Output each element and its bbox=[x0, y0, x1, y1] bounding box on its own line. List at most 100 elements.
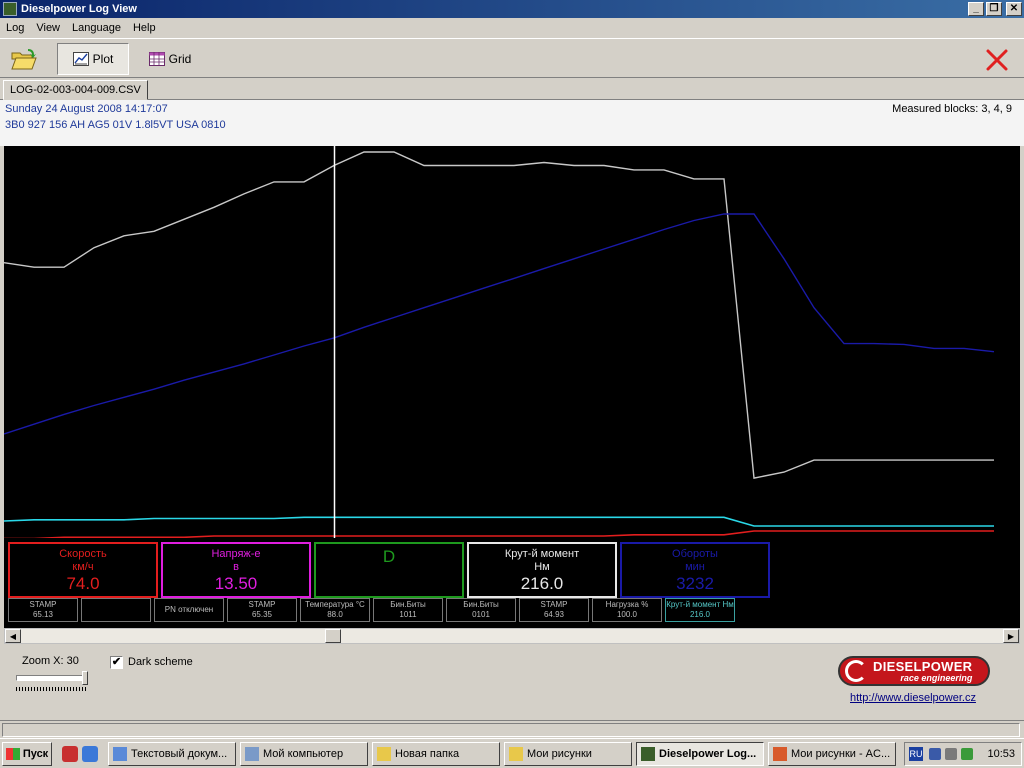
mini-label: Бин.Биты bbox=[390, 600, 426, 609]
task-label: Текстовый докум... bbox=[131, 748, 228, 760]
logo-name: DIESELPOWER bbox=[873, 658, 973, 674]
mini-value: 65.35 bbox=[251, 610, 273, 619]
plot-label: Plot bbox=[92, 52, 114, 66]
gauge-speed[interactable]: Скорость км/ч 74.0 bbox=[8, 542, 158, 598]
task-new-folder[interactable]: Новая папка bbox=[372, 742, 500, 766]
task-label: Мои рисунки - AC... bbox=[791, 748, 891, 760]
scroll-left-button[interactable]: ◀ bbox=[5, 629, 21, 643]
red-x-icon bbox=[986, 49, 1008, 71]
mini-torque[interactable]: Крут-й момент Нм 216.0 bbox=[665, 598, 735, 622]
mini-label: STAMP bbox=[248, 600, 276, 609]
network-icon[interactable] bbox=[929, 748, 941, 760]
system-tray: RU 10:53 bbox=[904, 742, 1022, 766]
status-pane bbox=[2, 723, 1020, 737]
mini-pn[interactable]: PN отключен bbox=[154, 598, 224, 622]
exit-button[interactable] bbox=[984, 47, 1010, 73]
menu-log[interactable]: Log bbox=[0, 22, 30, 34]
taskbar: Пуск Текстовый докум... Мой компьютер Но… bbox=[0, 738, 1024, 768]
tab-log-file[interactable]: LOG-02-003-004-009.CSV bbox=[3, 80, 148, 100]
ecu-id: 3B0 927 156 AH AG5 01V 1.8l5VT USA 0810 bbox=[5, 119, 226, 131]
mini-label: Температура °C bbox=[305, 600, 365, 609]
mini-stamp-1[interactable]: STAMP 65.13 bbox=[8, 598, 78, 622]
gauge-voltage[interactable]: Напряж-е в 13.50 bbox=[161, 542, 311, 598]
mini-bits-2[interactable]: Бин.Биты 0101 bbox=[446, 598, 516, 622]
menu-language[interactable]: Language bbox=[66, 22, 127, 34]
app-window: Dieselpower Log View _ ❐ ✕ Log View Lang… bbox=[0, 0, 1024, 738]
open-log-button[interactable] bbox=[8, 45, 40, 73]
gauge-rpm[interactable]: Обороты мин 3232 bbox=[620, 542, 770, 598]
gauge-voltage-value: 13.50 bbox=[214, 574, 258, 593]
security-icon[interactable] bbox=[961, 748, 973, 760]
task-dieselpower[interactable]: Dieselpower Log... bbox=[636, 742, 764, 766]
dark-scheme-checkbox[interactable]: ✔ bbox=[110, 656, 123, 669]
task-text-document[interactable]: Текстовый докум... bbox=[108, 742, 236, 766]
mini-load[interactable]: Нагрузка % 100.0 bbox=[592, 598, 662, 622]
gauge-rpm-unit: мин bbox=[685, 561, 705, 573]
horizontal-scrollbar[interactable]: ◀ ▶ bbox=[4, 628, 1020, 644]
quicklaunch-ie-icon[interactable] bbox=[82, 746, 98, 762]
folder-icon bbox=[509, 747, 523, 761]
gauge-gear-value: D bbox=[382, 547, 396, 566]
mini-label: STAMP bbox=[540, 600, 568, 609]
gauge-speed-label: Скорость bbox=[59, 548, 107, 560]
folder-icon bbox=[377, 747, 391, 761]
log-chart[interactable] bbox=[4, 146, 1020, 538]
gauge-torque-label: Крут-й момент bbox=[504, 548, 580, 560]
log-date: Sunday 24 August 2008 14:17:07 bbox=[5, 103, 168, 115]
file-tabs: LOG-02-003-004-009.CSV bbox=[0, 80, 1024, 100]
quicklaunch-opera-icon[interactable] bbox=[62, 746, 78, 762]
task-my-computer[interactable]: Мой компьютер bbox=[240, 742, 368, 766]
gauge-gear[interactable]: D bbox=[314, 542, 464, 598]
clock: 10:53 bbox=[987, 748, 1015, 760]
app-icon bbox=[641, 747, 655, 761]
plot-view-button[interactable]: Plot bbox=[57, 43, 129, 75]
close-window-button[interactable]: ✕ bbox=[1006, 2, 1022, 16]
volume-icon[interactable] bbox=[945, 748, 957, 760]
menu-view[interactable]: View bbox=[30, 22, 66, 34]
website-link[interactable]: http://www.dieselpower.cz bbox=[850, 692, 976, 704]
mini-empty[interactable] bbox=[81, 598, 151, 622]
zoom-slider-track[interactable] bbox=[16, 675, 88, 681]
series-line-4 bbox=[4, 530, 994, 538]
start-button[interactable]: Пуск bbox=[2, 742, 52, 766]
mini-bits-1[interactable]: Бин.Биты 1011 bbox=[373, 598, 443, 622]
mini-temperature[interactable]: Температура °C 88.0 bbox=[300, 598, 370, 622]
language-indicator[interactable]: RU bbox=[909, 747, 923, 761]
series-line-3 bbox=[4, 516, 994, 527]
turbo-swirl-icon bbox=[845, 660, 867, 682]
gauge-torque[interactable]: Крут-й момент Нм 216.0 bbox=[467, 542, 617, 598]
zoom-slider-thumb[interactable] bbox=[82, 671, 88, 685]
maximize-button[interactable]: ❐ bbox=[986, 2, 1002, 16]
menu-bar: Log View Language Help bbox=[0, 19, 1024, 37]
dark-scheme-label[interactable]: Dark scheme bbox=[128, 656, 193, 668]
bottom-panel: Zoom X: 30 ✔ Dark scheme DIESELPOWER rac… bbox=[0, 646, 1024, 718]
mini-label: Крут-й момент Нм bbox=[666, 600, 734, 609]
grid-view-button[interactable]: Grid bbox=[140, 43, 200, 75]
gauge-voltage-label: Напряж-е bbox=[211, 548, 261, 560]
window-title: Dieselpower Log View bbox=[21, 3, 137, 15]
plot-icon bbox=[72, 52, 89, 66]
scroll-thumb[interactable] bbox=[325, 629, 341, 643]
grid-icon bbox=[148, 52, 165, 66]
gauge-voltage-unit: в bbox=[233, 561, 239, 573]
mini-stamp-3[interactable]: STAMP 64.93 bbox=[519, 598, 589, 622]
plot-area[interactable]: Скорость км/ч 74.0 Напряж-е в 13.50 D Кр… bbox=[4, 146, 1020, 628]
mini-stamp-2[interactable]: STAMP 65.35 bbox=[227, 598, 297, 622]
scroll-right-button[interactable]: ▶ bbox=[1003, 629, 1019, 643]
minimize-button[interactable]: _ bbox=[968, 2, 984, 16]
title-bar[interactable]: Dieselpower Log View _ ❐ ✕ bbox=[0, 0, 1024, 18]
task-label: Мой компьютер bbox=[263, 748, 344, 760]
dieselpower-logo: DIESELPOWER race engineering bbox=[838, 656, 990, 686]
logo-subtitle: race engineering bbox=[900, 672, 973, 683]
mini-value: 1011 bbox=[399, 610, 417, 619]
task-label: Мои рисунки bbox=[527, 748, 592, 760]
task-my-pictures[interactable]: Мои рисунки bbox=[504, 742, 632, 766]
computer-icon bbox=[245, 747, 259, 761]
menu-help[interactable]: Help bbox=[127, 22, 162, 34]
measured-blocks: Measured blocks: 3, 4, 9 bbox=[892, 103, 1012, 115]
gauge-torque-value: 216.0 bbox=[520, 574, 564, 593]
mini-value: 0101 bbox=[472, 610, 490, 619]
mini-value: PN отключен bbox=[164, 605, 214, 614]
app-icon bbox=[3, 2, 17, 16]
task-acdsee[interactable]: Мои рисунки - AC... bbox=[768, 742, 896, 766]
